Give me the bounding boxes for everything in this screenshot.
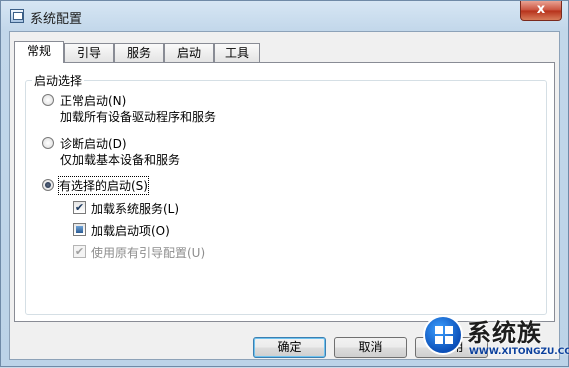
title-bar[interactable]: 系统配置 x bbox=[1, 1, 568, 31]
diagnostic-startup-description: 仅加载基本设备和服务 bbox=[60, 153, 181, 167]
normal-startup-description: 加载所有设备驱动程序和服务 bbox=[60, 110, 217, 124]
use-original-boot-config-checkbox: ✔ bbox=[73, 245, 86, 258]
tab-boot[interactable]: 引导 bbox=[64, 43, 114, 62]
tab-startup[interactable]: 启动 bbox=[164, 43, 214, 62]
window-title: 系统配置 bbox=[30, 12, 83, 27]
cancel-button[interactable]: 取消 bbox=[334, 337, 407, 358]
ok-button[interactable]: 确定 bbox=[253, 337, 326, 358]
normal-startup-radio[interactable] bbox=[42, 94, 54, 106]
site-watermark: 系统族 WWW.XITONGZU.COM bbox=[421, 313, 569, 368]
tab-tools[interactable]: 工具 bbox=[214, 43, 260, 62]
load-system-services-checkbox[interactable]: ✔ bbox=[73, 201, 86, 214]
watermark-url: WWW.XITONGZU.COM bbox=[469, 347, 569, 357]
selective-startup-label[interactable]: 有选择的启动(S) bbox=[58, 176, 149, 195]
tab-general[interactable]: 常规 bbox=[14, 41, 64, 63]
startup-selection-title: 启动选择 bbox=[32, 72, 85, 89]
dialog-client-area: 常规 引导 服务 启动 工具 启动选择 正常启动(N) 加载所有设备驱动程序和服… bbox=[9, 31, 560, 360]
watermark-brand: 系统族 bbox=[467, 319, 542, 347]
general-tab-panel: 启动选择 正常启动(N) 加载所有设备驱动程序和服务 诊断启动(D) 仅加载基本… bbox=[14, 62, 555, 322]
selective-startup-radio[interactable] bbox=[42, 179, 54, 191]
use-original-boot-config-label: 使用原有引导配置(U) bbox=[91, 246, 206, 260]
startup-selection-group: 启动选择 正常启动(N) 加载所有设备驱动程序和服务 诊断启动(D) 仅加载基本… bbox=[25, 72, 547, 315]
load-startup-items-label[interactable]: 加载启动项(O) bbox=[91, 222, 170, 239]
diagnostic-startup-label[interactable]: 诊断启动(D) bbox=[60, 135, 127, 152]
windows-logo-icon bbox=[423, 315, 463, 355]
load-system-services-label[interactable]: 加载系统服务(L) bbox=[91, 200, 179, 217]
msconfig-app-icon bbox=[10, 9, 24, 23]
normal-startup-label[interactable]: 正常启动(N) bbox=[60, 92, 126, 109]
tab-services[interactable]: 服务 bbox=[114, 43, 164, 62]
load-startup-items-checkbox[interactable] bbox=[73, 223, 86, 236]
diagnostic-startup-radio[interactable] bbox=[42, 137, 54, 149]
close-button[interactable]: x bbox=[520, 1, 562, 21]
system-config-window: 系统配置 x 常规 引导 服务 启动 工具 启动选择 正常启动(N) 加载所有设… bbox=[0, 0, 569, 367]
